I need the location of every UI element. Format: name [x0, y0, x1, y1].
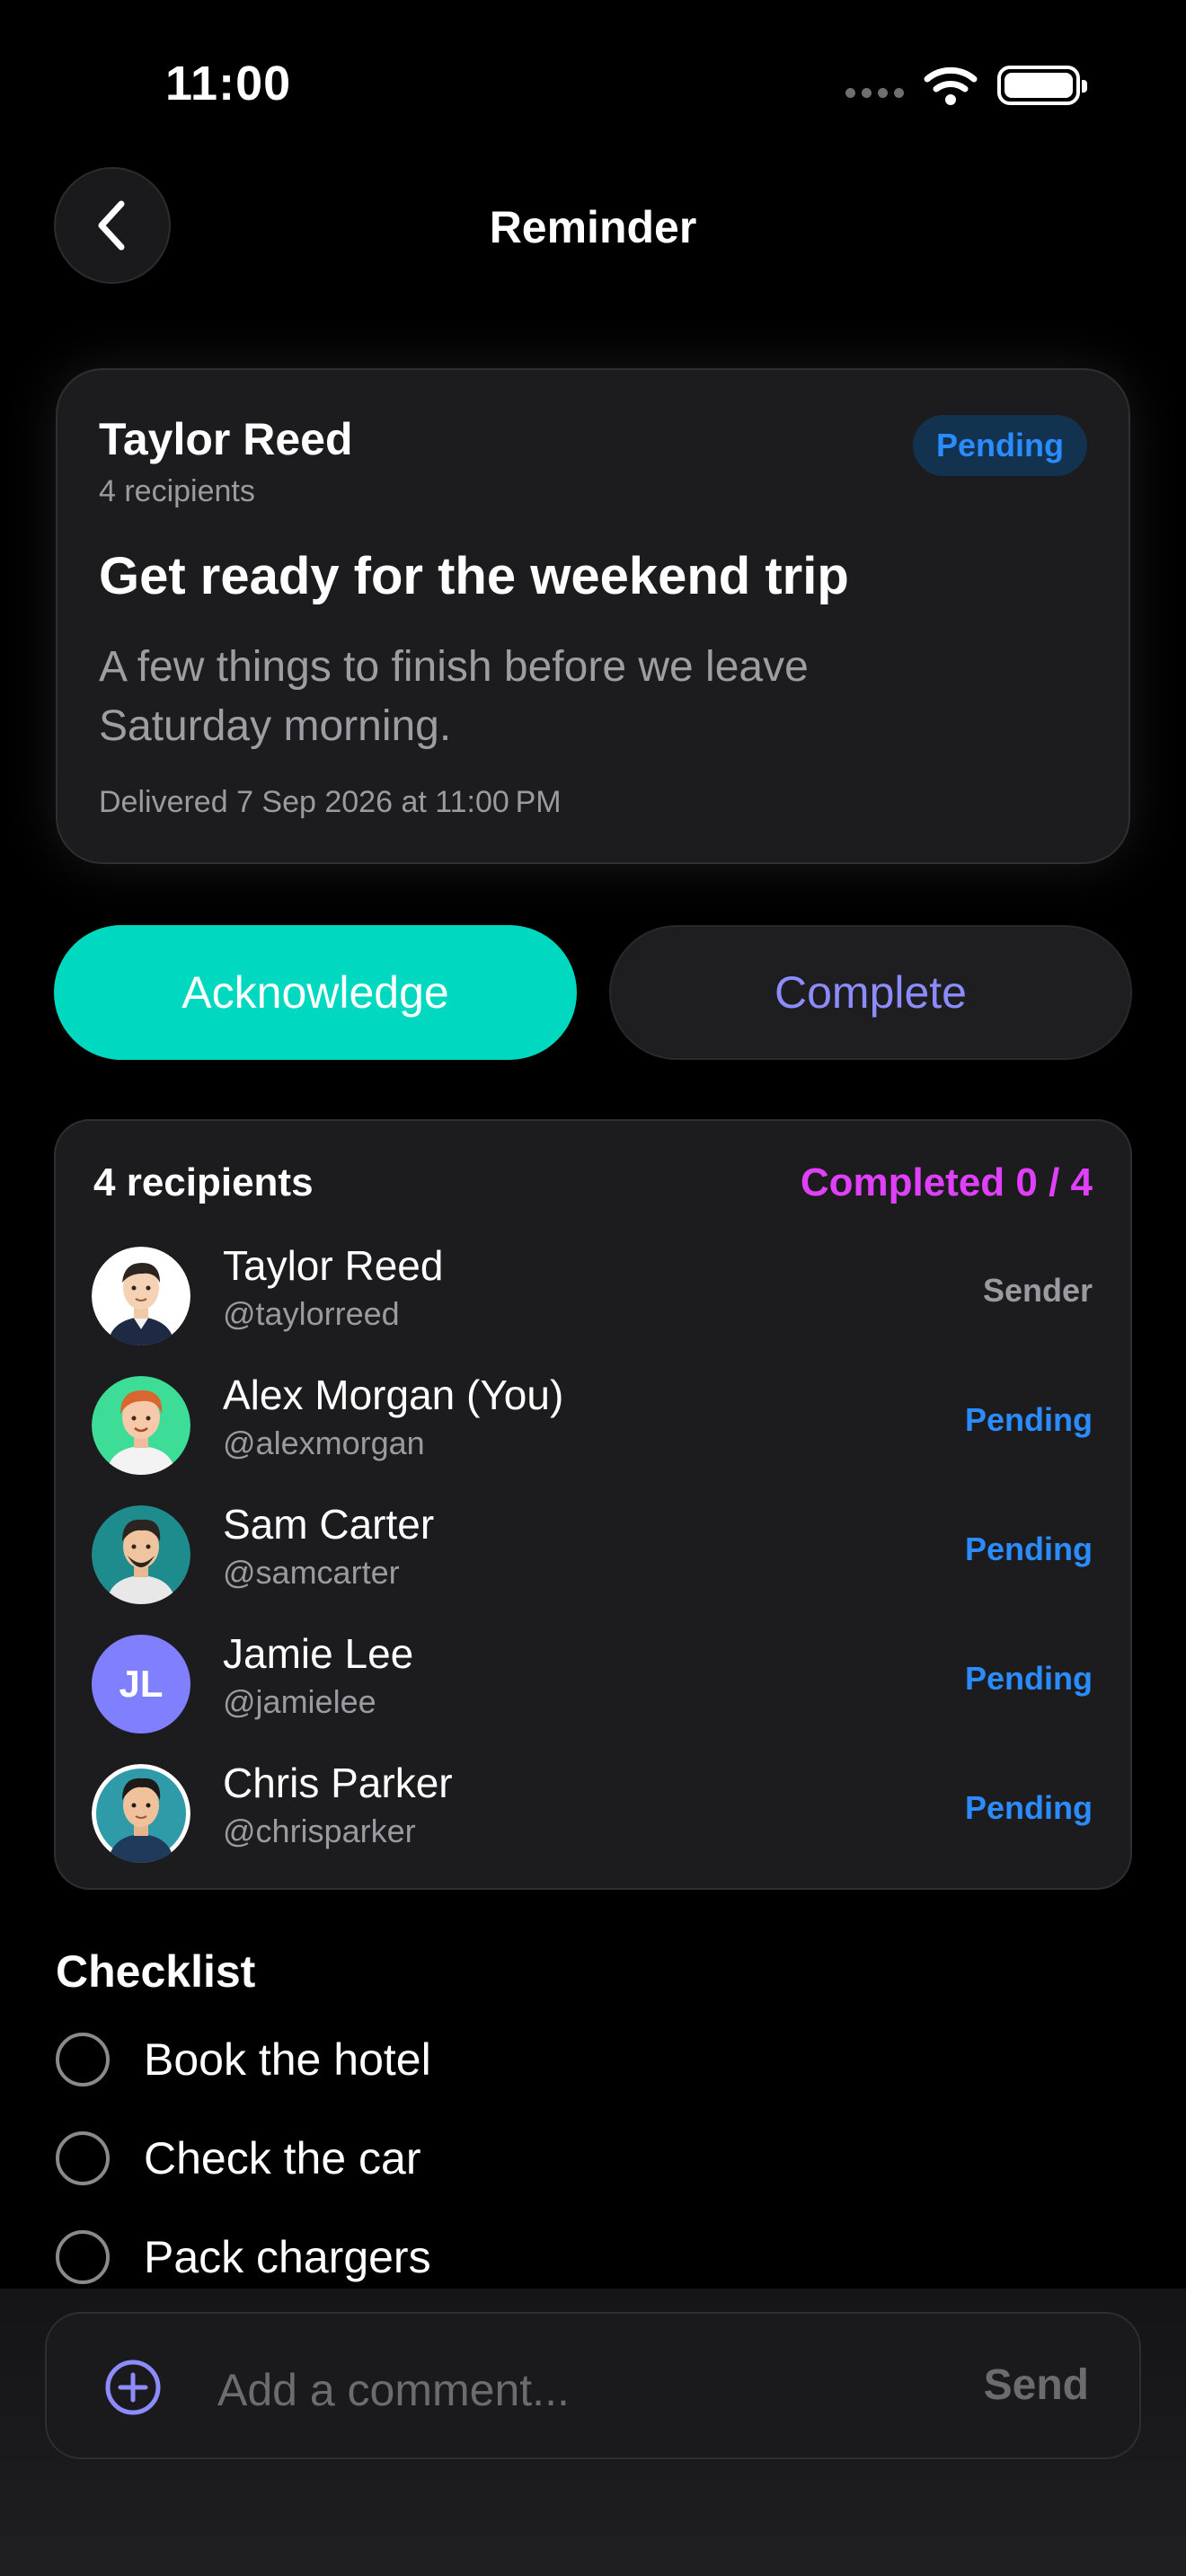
recipient-handle: @alexmorgan	[223, 1425, 425, 1461]
recipient-status: Pending	[965, 1531, 1093, 1567]
recipient-list: Taylor Reed @taylorreed Sender Alex Morg…	[56, 1236, 1130, 1883]
checklist-item[interactable]: Check the car	[56, 2127, 420, 2190]
recipient-row[interactable]: Alex Morgan (You) @alexmorgan Pending	[56, 1365, 1130, 1495]
avatar	[92, 1376, 190, 1475]
checklist-item-label: Pack chargers	[144, 2232, 431, 2282]
recipient-status: Sender	[982, 1272, 1093, 1309]
battery-icon	[997, 66, 1087, 105]
checkbox[interactable]	[56, 2033, 110, 2086]
recipient-row[interactable]: Sam Carter @samcarter Pending	[56, 1495, 1130, 1624]
reminder-card: Taylor Reed 4 recipients Pending Get rea…	[56, 368, 1130, 864]
send-button[interactable]: Send	[984, 2360, 1089, 2410]
recipient-name: Alex Morgan (You)	[223, 1372, 564, 1418]
recipient-row[interactable]: JL Jamie Lee @jamielee Pending	[56, 1624, 1130, 1753]
sender-name: Taylor Reed	[99, 414, 353, 464]
recipient-name: Sam Carter	[223, 1501, 435, 1548]
checklist-title: Checklist	[56, 1946, 256, 1997]
checkbox[interactable]	[56, 2131, 110, 2185]
checklist-item[interactable]: Pack chargers	[56, 2226, 431, 2289]
recipient-handle: @jamielee	[223, 1683, 376, 1720]
recipient-row[interactable]: Taylor Reed @taylorreed Sender	[56, 1236, 1130, 1365]
delivered-timestamp: Delivered 7 Sep 2026 at 11:00 PM	[99, 785, 562, 819]
avatar	[92, 1247, 190, 1345]
recipient-status: Pending	[965, 1660, 1093, 1697]
recipient-name: Taylor Reed	[223, 1242, 444, 1289]
checklist-item[interactable]: Book the hotel	[56, 2028, 431, 2091]
recipient-row[interactable]: Chris Parker @chrisparker Pending	[56, 1753, 1130, 1883]
comment-composer: Send	[45, 2312, 1141, 2459]
recipient-name: Chris Parker	[223, 1760, 453, 1806]
avatar: JL	[92, 1635, 190, 1734]
reminder-title: Get ready for the weekend trip	[99, 547, 849, 605]
reminder-body: A few things to finish before we leave S…	[99, 643, 809, 750]
status-indicators	[845, 65, 1087, 106]
avatar	[92, 1505, 190, 1604]
recipient-status: Pending	[965, 1789, 1093, 1826]
wifi-icon	[924, 66, 978, 105]
recipient-status: Pending	[965, 1401, 1093, 1438]
page-title: Reminder	[489, 202, 697, 252]
checkbox[interactable]	[56, 2230, 110, 2284]
status-badge: Pending	[913, 415, 1087, 476]
recipient-handle: @chrisparker	[223, 1813, 416, 1849]
panel-title: 4 recipients	[93, 1160, 314, 1204]
recipient-handle: @samcarter	[223, 1554, 400, 1591]
recipients-panel: 4 recipients Completed 0 / 4 Taylor Reed…	[54, 1119, 1132, 1890]
avatar	[92, 1764, 190, 1863]
completion-progress: Completed 0 / 4	[800, 1160, 1093, 1204]
comment-input[interactable]	[217, 2350, 918, 2430]
status-time: 11:00	[165, 57, 292, 110]
checklist-item-label: Book the hotel	[144, 2034, 431, 2085]
recipients-count: 4 recipients	[99, 474, 255, 508]
checklist-item-label: Check the car	[144, 2133, 421, 2183]
acknowledge-button[interactable]: Acknowledge	[54, 925, 577, 1060]
reminder-screen: 11:00 Reminder Taylor Reed 4 recipients …	[0, 0, 1186, 2576]
recipient-handle: @taylorreed	[223, 1295, 400, 1332]
cellular-signal-icon	[845, 87, 904, 98]
recipient-name: Jamie Lee	[223, 1630, 414, 1677]
complete-button[interactable]: Complete	[609, 925, 1132, 1060]
add-attachment-icon[interactable]	[104, 2359, 162, 2416]
